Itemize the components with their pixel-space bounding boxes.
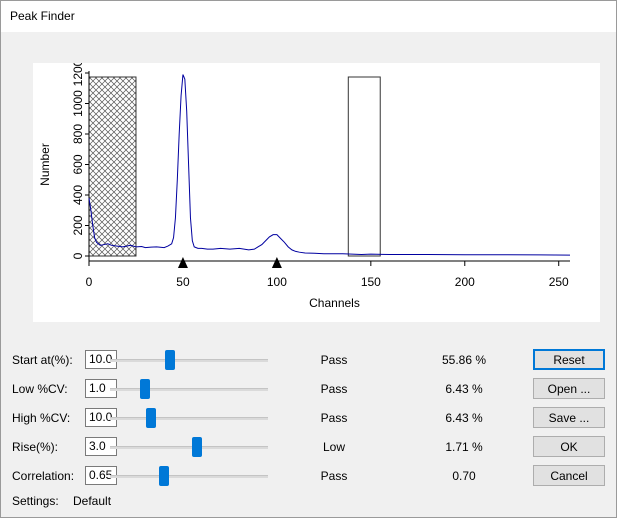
y-tick-label: 200 [71, 215, 85, 235]
start-at-label: Start at(%): [12, 353, 73, 367]
peak-marker [271, 257, 282, 268]
slider-thumb[interactable] [158, 466, 169, 486]
slider-thumb[interactable] [139, 379, 150, 399]
x-tick-label: 50 [176, 275, 190, 289]
ok-button[interactable]: OK [533, 436, 605, 457]
low-cv-percent: 6.43 % [445, 382, 483, 396]
slider-track [110, 417, 268, 420]
rise-percent: 1.71 % [445, 440, 483, 454]
settings-label: Settings: [12, 494, 59, 508]
y-tick-label: 1000 [71, 90, 85, 117]
rise-slider[interactable] [110, 437, 268, 457]
y-tick-label: 800 [71, 124, 85, 144]
peak-finder-window: Peak Finder 0 200 400 600 800 1000 1200 0 50 100 1… [0, 0, 617, 518]
correlation-label: Correlation: [12, 469, 75, 483]
low-cv-status: Pass [320, 382, 348, 396]
y-tick-label: 400 [71, 185, 85, 205]
x-tick-label: 250 [549, 275, 569, 289]
high-cv-slider[interactable] [110, 408, 268, 428]
correlation-slider[interactable] [110, 466, 268, 486]
y-axis-title: Number [38, 143, 52, 186]
start-at-slider[interactable] [110, 350, 268, 370]
x-tick-label: 0 [86, 275, 93, 289]
rise-status: Low [322, 440, 345, 454]
slider-thumb[interactable] [146, 408, 157, 428]
gate-region-0 [88, 76, 137, 257]
y-tick-label: 600 [71, 154, 85, 174]
slider-track [110, 388, 268, 391]
x-tick-label: 200 [455, 275, 475, 289]
open-button[interactable]: Open ... [533, 378, 605, 399]
low-cv-label: Low %CV: [12, 382, 68, 396]
x-tick-label: 150 [361, 275, 381, 289]
x-tick-label: 100 [267, 275, 287, 289]
high-cv-label: High %CV: [12, 411, 71, 425]
x-axis-title: Channels [309, 296, 360, 310]
low-cv-slider[interactable] [110, 379, 268, 399]
peak-marker [177, 257, 188, 268]
slider-thumb[interactable] [165, 350, 176, 370]
histogram-series-0 [88, 74, 571, 256]
reset-button[interactable]: Reset [533, 349, 605, 370]
high-cv-percent: 6.43 % [445, 411, 483, 425]
histogram-panel: 0 200 400 600 800 1000 1200 0 50 100 150 200 250 Chan… [33, 59, 600, 322]
title-bar: Peak Finder [1, 1, 616, 32]
settings-value: Default [73, 494, 112, 508]
start-at-percent: 55.86 % [441, 353, 487, 367]
high-cv-status: Pass [320, 411, 348, 425]
start-at-status: Pass [320, 353, 348, 367]
correlation-percent: 0.70 [452, 469, 476, 483]
cancel-button[interactable]: Cancel [533, 465, 605, 486]
slider-thumb[interactable] [191, 437, 202, 457]
save-button[interactable]: Save ... [533, 407, 605, 428]
slider-track [110, 359, 268, 362]
slider-track [110, 446, 268, 449]
gate-region-1 [347, 76, 381, 257]
window-title: Peak Finder [10, 9, 75, 23]
y-tick-label: 0 [71, 252, 85, 259]
slider-track [110, 475, 268, 478]
rise-label: Rise(%): [12, 440, 59, 454]
correlation-status: Pass [320, 469, 348, 483]
histogram-chart[interactable]: 0 200 400 600 800 1000 1200 0 50 100 150 200 250 Chan… [33, 59, 600, 322]
y-tick-label: 1200 [71, 63, 85, 86]
